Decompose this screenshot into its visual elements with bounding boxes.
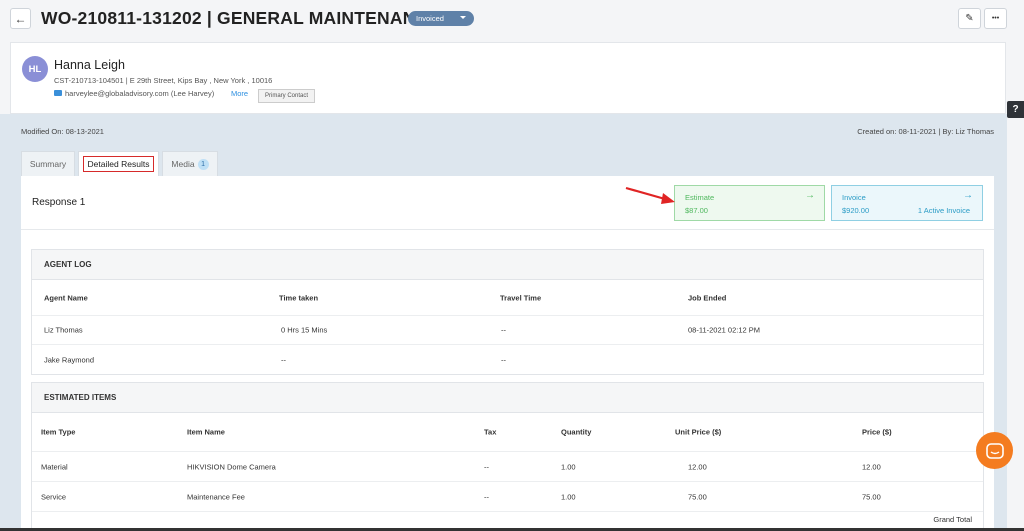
mail-icon [54, 90, 62, 96]
table-row: Jake Raymond -- -- [32, 345, 983, 374]
ellipsis-icon: ••• [991, 15, 1000, 22]
tab-summary[interactable]: Summary [21, 151, 75, 176]
help-button[interactable]: ? [1007, 101, 1024, 118]
chat-icon [985, 442, 1004, 459]
agent-log-section: AGENT LOG Agent Name Time taken Travel T… [31, 249, 984, 375]
avatar: HL [22, 56, 48, 82]
item-price: 75.00 [862, 492, 881, 501]
grand-total-label: Grand Total [933, 515, 972, 524]
item-name: Maintenance Fee [187, 492, 245, 501]
item-unit-price: 12.00 [688, 462, 707, 471]
item-type: Material [41, 462, 68, 471]
status-label: Invoiced [416, 14, 444, 23]
agent-name: Liz Thomas [44, 325, 83, 335]
travel-time: -- [501, 325, 506, 335]
column-header: Travel Time [500, 293, 542, 302]
time-taken: -- [281, 355, 286, 364]
column-header: Agent Name [44, 293, 88, 302]
arrow-right-icon: → [963, 190, 973, 201]
caret-down-icon [460, 16, 466, 19]
edit-button[interactable]: ✎ [958, 8, 981, 29]
item-price: 12.00 [862, 462, 881, 471]
customer-name[interactable]: Hanna Leigh [54, 58, 125, 72]
estimate-amount: $87.00 [685, 206, 708, 215]
item-tax: -- [484, 462, 489, 471]
item-unit-price: 75.00 [688, 492, 707, 501]
column-header: Price ($) [862, 427, 892, 437]
column-header: Item Name [187, 427, 225, 437]
more-options-button[interactable]: ••• [984, 8, 1007, 29]
divider [21, 229, 994, 230]
annotation-arrow-icon [625, 186, 675, 204]
status-dropdown[interactable]: Invoiced [408, 11, 474, 26]
item-type: Service [41, 492, 67, 501]
table-row: Liz Thomas 0 Hrs 15 Mins -- 08-11-2021 0… [32, 316, 983, 345]
column-header: Quantity [561, 427, 592, 437]
item-name: HIKVISION Dome Camera [187, 462, 276, 471]
item-tax: -- [484, 492, 489, 501]
column-header: Job Ended [688, 293, 727, 302]
primary-contact-badge: Primary Contact [258, 89, 316, 103]
agent-name: Jake Raymond [44, 355, 95, 364]
estimated-items-section: ESTIMATED ITEMS Item Type Item Name Tax … [31, 382, 984, 531]
response-title: Response 1 [32, 197, 86, 208]
estimated-items-header-row: Item Type Item Name Tax Quantity Unit Pr… [32, 413, 983, 452]
time-taken: 0 Hrs 15 Mins [281, 325, 328, 335]
estimated-items-title: ESTIMATED ITEMS [32, 383, 983, 413]
top-bar: ← WO-210811-131202 | GENERAL MAINTENANCE… [0, 0, 1024, 38]
customer-email: harveylee@globaladvisory.com (Lee Harvey… [65, 89, 215, 98]
job-ended: 08-11-2021 02:12 PM [688, 325, 760, 335]
back-button[interactable]: ← [10, 8, 31, 29]
invoice-label: Invoice [842, 193, 866, 202]
tab-media-label: Media [171, 159, 195, 169]
active-invoice-count: 1 Active Invoice [917, 206, 970, 215]
question-icon: ? [1012, 104, 1019, 115]
estimate-label: Estimate [685, 193, 715, 202]
agent-log-header-row: Agent Name Time taken Travel Time Job En… [32, 280, 983, 316]
invoice-card[interactable]: Invoice $920.00 1 Active Invoice → [831, 185, 983, 221]
item-quantity: 1.00 [561, 492, 576, 501]
customer-address: CST-210713-104501 | E 29th Street, Kips … [54, 76, 273, 85]
customer-card: HL Hanna Leigh CST-210713-104501 | E 29t… [10, 42, 1006, 114]
table-row: Service Maintenance Fee -- 1.00 75.00 75… [32, 482, 983, 512]
tab-media[interactable]: Media 1 [162, 151, 218, 176]
item-quantity: 1.00 [561, 462, 576, 471]
arrow-left-icon: ← [14, 11, 27, 26]
column-header: Unit Price ($) [675, 427, 722, 437]
chat-launcher-button[interactable] [976, 432, 1013, 469]
column-header: Item Type [41, 427, 76, 437]
detailed-results-panel: Response 1 Estimate $87.00 → Invoice $92… [21, 176, 994, 531]
modified-date: Modified On: 08-13-2021 [21, 127, 104, 136]
tab-detailed-results[interactable]: Detailed Results [78, 151, 159, 176]
travel-time: -- [501, 355, 506, 364]
table-row: Material HIKVISION Dome Camera -- 1.00 1… [32, 452, 983, 482]
estimate-card[interactable]: Estimate $87.00 → [674, 185, 825, 221]
pencil-icon: ✎ [965, 13, 974, 24]
media-count-badge: 1 [197, 158, 209, 170]
arrow-right-icon: → [805, 190, 815, 201]
page-title: WO-210811-131202 | GENERAL MAINTENANCE [41, 8, 441, 28]
created-info: Created on: 08-11-2021 | By: Liz Thomas [857, 127, 994, 136]
column-header: Tax [484, 427, 497, 437]
agent-log-title: AGENT LOG [32, 250, 983, 280]
tab-summary-label: Summary [29, 159, 67, 169]
more-link[interactable]: More [231, 89, 248, 98]
invoice-amount: $920.00 [842, 206, 870, 215]
tab-detailed-results-label: Detailed Results [82, 156, 155, 172]
column-header: Time taken [279, 293, 319, 302]
